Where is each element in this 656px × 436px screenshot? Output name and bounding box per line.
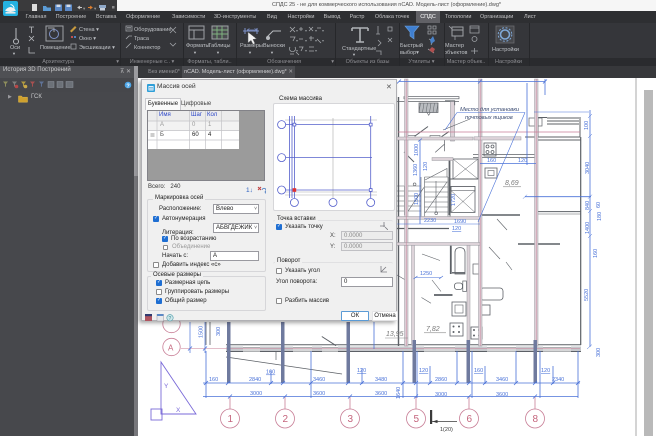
svg-text:▾: ▾ [315,28,317,33]
svg-text:▾: ▾ [305,28,307,33]
svg-text:120: 120 [452,226,461,232]
svg-text:1(20): 1(20) [440,427,453,433]
svg-text:▾: ▾ [296,28,298,33]
svg-text:6: 6 [467,414,473,425]
svg-text:Коннектор: Коннектор [134,45,160,51]
svg-text:Y: Y [164,383,169,390]
svg-text:Мастер: Мастер [445,43,464,49]
svg-text:5520: 5520 [584,289,590,301]
svg-text:Помещение: Помещение [40,45,71,51]
svg-text:Место для установки: Место для установки [460,107,520,113]
svg-text:300: 300 [216,327,222,336]
svg-text:Оборудование: Оборудование [134,27,171,33]
svg-text:Окно ▾: Окно ▾ [79,36,96,42]
svg-text:160: 160 [266,370,275,376]
svg-text:1640: 1640 [396,387,402,399]
svg-text:160: 160 [487,158,496,164]
svg-text:Форматы: Форматы [186,43,210,49]
svg-text:▼: ▼ [216,50,220,55]
svg-text:3480: 3480 [375,377,387,383]
svg-text:3: 3 [348,414,354,425]
svg-text:8: 8 [533,414,539,425]
svg-text:1690: 1690 [454,219,466,225]
svg-text:1360: 1360 [413,164,419,176]
svg-text:▼: ▼ [248,50,252,55]
svg-text:А: А [168,344,174,353]
svg-text:▼: ▼ [270,50,274,55]
svg-text:▾: ▾ [296,48,298,53]
svg-text:▾: ▾ [315,38,317,43]
svg-text:120: 120 [419,368,428,374]
svg-text:▾: ▾ [322,28,324,33]
svg-text:8,69: 8,69 [505,180,519,187]
svg-text:300: 300 [596,348,602,357]
svg-text:3600: 3600 [313,391,325,397]
svg-text:2230: 2230 [424,218,436,224]
svg-text:почтовых ящиков: почтовых ящиков [465,115,513,121]
svg-text:3000: 3000 [250,391,262,397]
svg-text:2840: 2840 [249,377,261,383]
svg-text:840: 840 [585,201,591,210]
svg-text:160: 160 [209,377,218,383]
svg-text:▾: ▾ [322,38,324,43]
svg-text:1720: 1720 [451,194,457,206]
svg-text:▼: ▼ [352,52,356,57]
svg-text:Настройки: Настройки [492,46,519,53]
svg-text:160: 160 [593,249,599,258]
svg-text:объектов: объектов [444,50,468,56]
svg-text:1↓: 1↓ [246,187,253,194]
svg-text:120: 120 [518,158,527,164]
svg-text:▾: ▾ [83,6,86,11]
svg-text:1250: 1250 [420,271,432,277]
svg-text:7,82: 7,82 [426,326,440,333]
svg-text:5: 5 [414,414,420,425]
svg-text:180: 180 [597,212,603,221]
svg-text:▾: ▾ [94,6,97,11]
svg-text:Выноски: Выноски [263,43,285,49]
svg-text:60: 60 [596,202,602,208]
svg-text:X: X [176,407,181,414]
svg-text:Стандартные: Стандартные [342,46,376,52]
svg-text:▾: ▾ [296,38,298,43]
svg-text:120: 120 [541,368,550,374]
svg-text:▾: ▾ [305,48,307,53]
svg-text:120: 120 [423,162,429,171]
svg-text:Таблицы: Таблицы [208,43,231,49]
svg-text:100: 100 [584,121,590,130]
svg-text:выбор▾: выбор▾ [400,50,419,56]
svg-text:▾: ▾ [315,48,317,53]
svg-text:1000: 1000 [414,144,420,156]
svg-text:3600: 3600 [496,392,508,398]
svg-text:120: 120 [357,368,366,374]
svg-text:3460: 3460 [496,377,508,383]
svg-text:160: 160 [474,368,483,374]
svg-text:Стена ▾: Стена ▾ [79,27,99,33]
svg-text:Траса: Траса [134,36,150,42]
svg-text:?: ? [169,316,172,322]
svg-text:3040: 3040 [585,162,591,174]
svg-text:3600: 3600 [375,391,387,397]
svg-text:Размеры: Размеры [240,43,263,49]
svg-text:3460: 3460 [313,377,325,383]
svg-text:2860: 2860 [435,377,447,383]
svg-text:1500: 1500 [414,193,420,205]
svg-text:▼: ▼ [12,51,16,56]
svg-text:▼: ▼ [193,50,197,55]
svg-text:13,95: 13,95 [386,331,404,338]
svg-text:▾: ▾ [305,38,307,43]
svg-text:Эксшикации ▾: Эксшикации ▾ [79,45,115,51]
svg-text:1: 1 [228,414,234,425]
svg-text:1500: 1500 [199,326,205,338]
svg-text:3000: 3000 [435,392,447,398]
svg-text:Быстрый: Быстрый [400,42,423,49]
svg-text:1400: 1400 [585,222,591,234]
svg-text:2: 2 [283,414,289,425]
svg-text:2340: 2340 [552,377,564,383]
